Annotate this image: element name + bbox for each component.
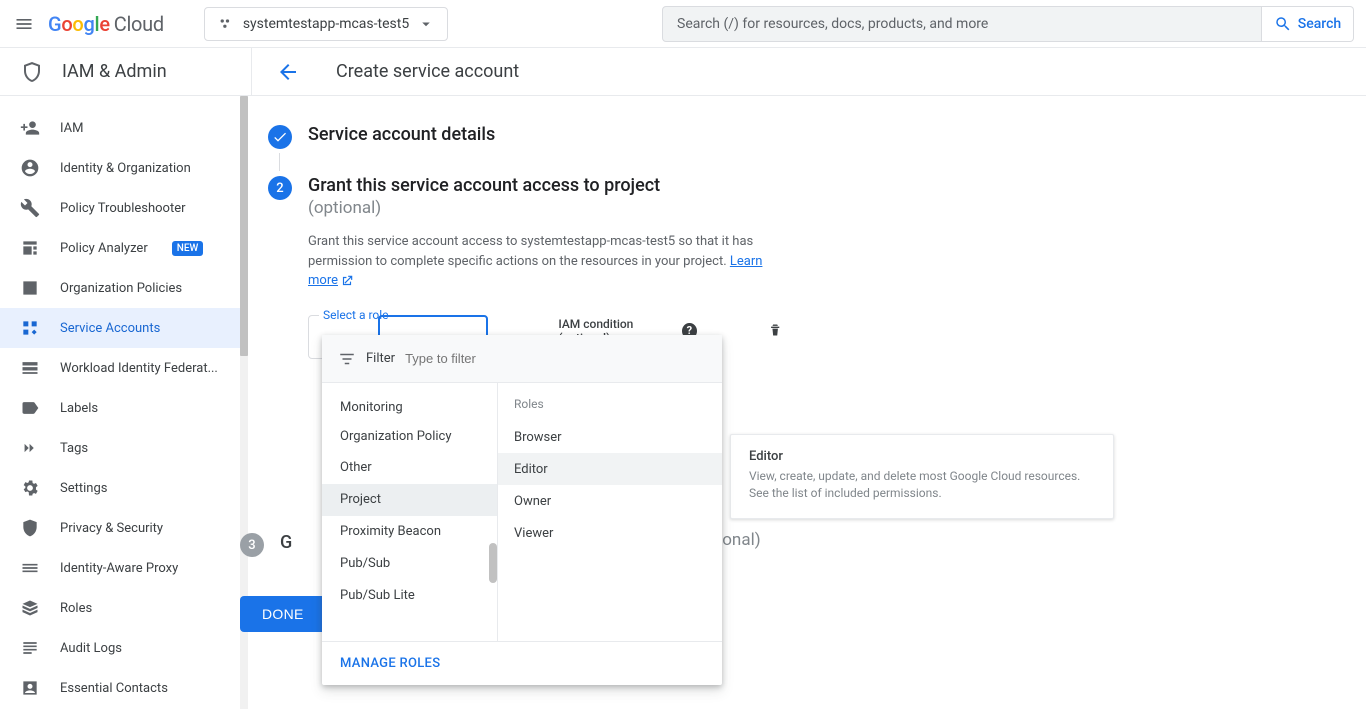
step1-check-icon <box>268 125 292 149</box>
sidebar-item-identity-organization[interactable]: Identity & Organization <box>0 148 240 188</box>
back-arrow-icon[interactable] <box>276 60 300 84</box>
sidebar-item-label: Essential Contacts <box>60 681 168 696</box>
step2-title: Grant this service account access to pro… <box>308 175 660 196</box>
list-icon <box>20 278 40 298</box>
person-add-icon <box>20 118 40 138</box>
roles-column: Roles Browser Editor Owner Viewer <box>498 383 722 641</box>
filter-label: Filter <box>366 351 395 366</box>
tags-icon <box>20 438 40 458</box>
role-tooltip: Editor View, create, update, and delete … <box>730 434 1114 519</box>
gear-icon <box>20 478 40 498</box>
sidebar-item-label: Policy Troubleshooter <box>60 201 186 216</box>
service-account-icon <box>20 318 40 338</box>
role-owner[interactable]: Owner <box>498 485 722 517</box>
step-connector <box>279 153 280 171</box>
sidebar-item-labels[interactable]: Labels <box>0 388 240 428</box>
sidebar-item-roles[interactable]: Roles <box>0 588 240 628</box>
sidebar-item-organization-policies[interactable]: Organization Policies <box>0 268 240 308</box>
sidebar-item-service-accounts[interactable]: Service Accounts <box>0 308 240 348</box>
sidebar-item-label: Identity-Aware Proxy <box>60 561 178 576</box>
iap-icon <box>20 558 40 578</box>
sidebar-item-label: Workload Identity Federat... <box>60 361 218 376</box>
sidebar-item-audit-logs[interactable]: Audit Logs <box>0 628 240 668</box>
security-icon <box>20 518 40 538</box>
step3-circle: 3 <box>240 533 264 557</box>
sidebar-item-iam[interactable]: IAM <box>0 108 240 148</box>
contacts-icon <box>20 678 40 698</box>
project-picker[interactable]: systemtestapp-mcas-test5 <box>204 7 448 41</box>
category-column[interactable]: Monitoring Organization Policy Other Pro… <box>322 383 498 641</box>
step2-circle: 2 <box>268 176 292 200</box>
account-circle-icon <box>20 158 40 178</box>
category-other[interactable]: Other <box>322 452 497 484</box>
category-proximity-beacon[interactable]: Proximity Beacon <box>322 516 497 548</box>
project-name: systemtestapp-mcas-test5 <box>243 16 409 32</box>
workload-icon <box>20 358 40 378</box>
sidebar-item-label: Service Accounts <box>60 321 160 336</box>
sidebar-item-label: Policy Analyzer <box>60 241 148 256</box>
logo-cloud-text: Cloud <box>114 12 164 36</box>
filter-input[interactable] <box>405 351 706 366</box>
category-project[interactable]: Project <box>322 484 497 516</box>
step2-description: Grant this service account access to sys… <box>308 232 783 291</box>
role-editor[interactable]: Editor <box>498 453 722 485</box>
search-placeholder: Search (/) for resources, docs, products… <box>677 16 988 32</box>
sidebar-item-workload-identity[interactable]: Workload Identity Federat... <box>0 348 240 388</box>
sidebar-item-label: Tags <box>60 441 88 456</box>
new-badge: NEW <box>172 241 204 256</box>
filter-icon <box>338 350 356 368</box>
category-scrollthumb[interactable] <box>489 543 497 583</box>
wrench-icon <box>20 198 40 218</box>
sidebar-item-policy-analyzer[interactable]: Policy Analyzer NEW <box>0 228 240 268</box>
category-pubsub[interactable]: Pub/Sub <box>322 548 497 580</box>
sidebar-item-label: Identity & Organization <box>60 161 191 176</box>
role-picker-popover: Filter Monitoring Organization Policy Ot… <box>322 335 722 685</box>
project-icon <box>217 15 235 33</box>
search-icon <box>1274 15 1292 33</box>
hamburger-menu-icon[interactable] <box>12 12 36 36</box>
audit-logs-icon <box>20 638 40 658</box>
sidebar-item-tags[interactable]: Tags <box>0 428 240 468</box>
sidebar-item-privacy-security[interactable]: Privacy & Security <box>0 508 240 548</box>
step1-title: Service account details <box>308 124 495 145</box>
sidebar-item-label: Privacy & Security <box>60 521 163 536</box>
google-cloud-logo[interactable]: Google Cloud <box>48 12 164 36</box>
manage-roles-link[interactable]: MANAGE ROLES <box>340 656 440 671</box>
label-icon <box>20 398 40 418</box>
sidebar-item-label: Organization Policies <box>60 281 182 296</box>
trash-icon[interactable] <box>767 321 783 339</box>
product-title: IAM & Admin <box>62 61 167 82</box>
category-monitoring[interactable]: Monitoring <box>322 391 497 423</box>
shield-icon <box>20 60 44 84</box>
external-link-icon <box>340 274 354 288</box>
step3-title: G <box>280 532 292 553</box>
roles-icon <box>20 598 40 618</box>
sidebar-item-label: Labels <box>60 401 98 416</box>
search-button[interactable]: Search <box>1262 6 1354 42</box>
sidebar-item-label: Settings <box>60 481 107 496</box>
role-browser[interactable]: Browser <box>498 421 722 453</box>
search-input[interactable]: Search (/) for resources, docs, products… <box>662 6 1262 42</box>
dropdown-icon <box>417 15 435 33</box>
page-title: Create service account <box>336 61 519 82</box>
sidebar-item-identity-aware-proxy[interactable]: Identity-Aware Proxy <box>0 548 240 588</box>
sidebar-item-label: Roles <box>60 601 92 616</box>
search-button-label: Search <box>1298 16 1341 32</box>
step2-optional: (optional) <box>308 198 660 218</box>
policy-analyzer-icon <box>20 238 40 258</box>
done-button[interactable]: DONE <box>240 596 326 632</box>
sidebar-item-label: IAM <box>60 121 83 136</box>
sidebar-item-label: Audit Logs <box>60 641 122 656</box>
category-organization-policy[interactable]: Organization Policy <box>322 423 497 452</box>
sidebar-item-settings[interactable]: Settings <box>0 468 240 508</box>
tooltip-description: View, create, update, and delete most Go… <box>749 468 1095 502</box>
sidebar-item-policy-troubleshooter[interactable]: Policy Troubleshooter <box>0 188 240 228</box>
role-viewer[interactable]: Viewer <box>498 517 722 549</box>
sidebar: IAM Identity & Organization Policy Troub… <box>0 96 240 709</box>
tooltip-title: Editor <box>749 449 1095 464</box>
filter-row[interactable]: Filter <box>322 335 722 383</box>
roles-header: Roles <box>498 391 722 421</box>
category-pubsub-lite[interactable]: Pub/Sub Lite <box>322 580 497 612</box>
sidebar-item-essential-contacts[interactable]: Essential Contacts <box>0 668 240 708</box>
